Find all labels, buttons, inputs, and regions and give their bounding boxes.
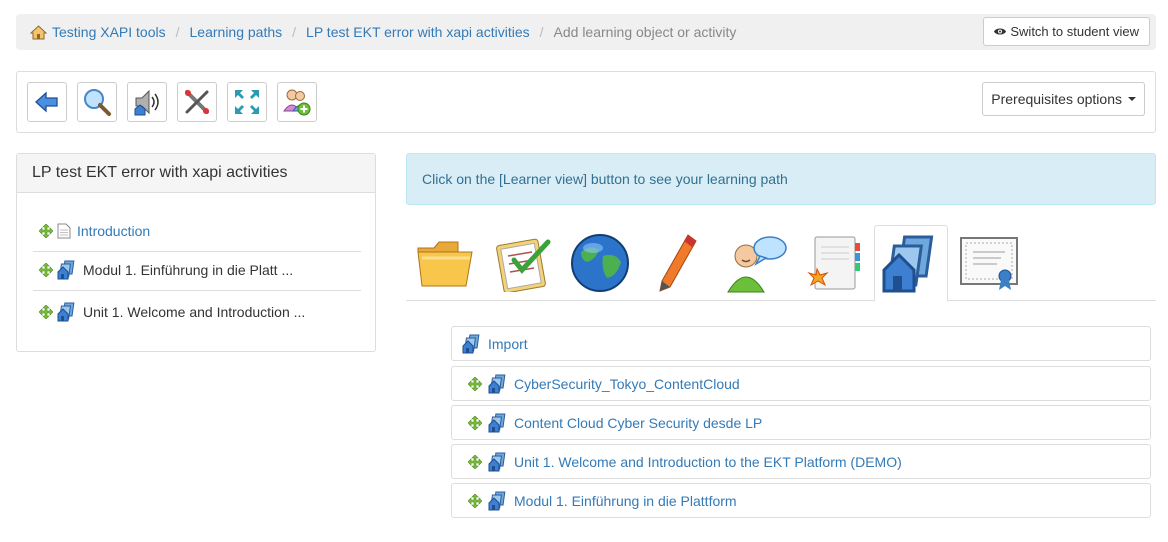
- import-learning-path-item[interactable]: Import: [451, 326, 1151, 361]
- lp-tree-title: LP test EKT error with xapi activities: [17, 154, 375, 193]
- lp-tree-item[interactable]: Unit 1. Welcome and Introduction ...: [33, 291, 361, 333]
- tab-learning-paths[interactable]: [874, 225, 948, 302]
- lp-tree-item-label: Unit 1. Welcome and Introduction ...: [83, 304, 306, 320]
- tab-tests[interactable]: [486, 225, 560, 301]
- globe-icon: [571, 234, 629, 292]
- breadcrumb-separator: /: [539, 24, 544, 40]
- import-learning-path-link[interactable]: Import: [488, 336, 528, 352]
- learner-view-info-text: Click on the [Learner view] button to se…: [422, 171, 788, 187]
- switch-to-student-view-label: Switch to student view: [1010, 24, 1139, 39]
- resource-tabs: [406, 225, 1156, 302]
- tab-links[interactable]: [563, 225, 637, 301]
- learning-path-icon: [488, 491, 508, 511]
- breadcrumb-separator: /: [175, 24, 180, 40]
- learning-path-resource-item[interactable]: Unit 1. Welcome and Introduction to the …: [451, 444, 1151, 479]
- learner-view-info-alert: Click on the [Learner view] button to se…: [406, 153, 1156, 205]
- breadcrumb-link-lp[interactable]: LP test EKT error with xapi activities: [306, 24, 530, 40]
- pen-icon: [659, 234, 697, 292]
- move-icon[interactable]: [39, 305, 53, 319]
- add-users-button[interactable]: [277, 82, 317, 122]
- learning-path-resource-item[interactable]: CyberSecurity_Tokyo_ContentCloud: [451, 366, 1151, 401]
- add-users-icon: [283, 89, 311, 116]
- move-icon[interactable]: [39, 263, 53, 277]
- breadcrumb-separator: /: [292, 24, 297, 40]
- breadcrumb-item-learning-paths[interactable]: Learning paths /: [190, 24, 307, 40]
- move-icon[interactable]: [468, 494, 482, 508]
- breadcrumb-current-label: Add learning object or activity: [553, 24, 737, 40]
- notebook-icon: [807, 236, 860, 290]
- home-icon: [30, 24, 47, 39]
- tab-documents[interactable]: [408, 225, 482, 301]
- move-icon[interactable]: [468, 377, 482, 391]
- learning-path-icon: [488, 374, 508, 394]
- move-icon[interactable]: [39, 224, 53, 238]
- fullscreen-icon: [235, 90, 259, 114]
- breadcrumb-link-learning-paths[interactable]: Learning paths: [190, 24, 283, 40]
- breadcrumb: Testing XAPI tools / Learning paths / LP…: [16, 14, 1156, 50]
- settings-button[interactable]: [177, 82, 217, 122]
- audio-button[interactable]: [127, 82, 167, 122]
- breadcrumb-item-course[interactable]: Testing XAPI tools /: [30, 24, 190, 40]
- eye-icon: [994, 28, 1007, 35]
- back-icon: [35, 91, 58, 113]
- tab-forums[interactable]: [718, 225, 792, 301]
- audio-icon: [134, 89, 159, 116]
- caret-down-icon: [1128, 97, 1136, 101]
- tab-assignments[interactable]: [640, 225, 714, 301]
- learning-path-icon: [57, 260, 77, 280]
- certificate-icon: [960, 237, 1018, 290]
- tab-certificate[interactable]: [952, 225, 1026, 301]
- document-icon: [57, 223, 71, 238]
- learning-path-resource-item[interactable]: Modul 1. Einführung in die Plattform: [451, 483, 1151, 518]
- learning-path-resource-link[interactable]: Content Cloud Cyber Security desde LP: [514, 415, 762, 431]
- preview-icon: [84, 89, 111, 116]
- learning-path-icon: [488, 452, 508, 472]
- learning-path-resource-item[interactable]: Content Cloud Cyber Security desde LP: [451, 405, 1151, 440]
- lp-toolbar: Prerequisites options: [16, 71, 1156, 133]
- fullscreen-button[interactable]: [227, 82, 267, 122]
- breadcrumb-item-lp[interactable]: LP test EKT error with xapi activities /: [306, 24, 553, 40]
- lp-tree-item[interactable]: Modul 1. Einführung in die Platt ...: [33, 249, 361, 291]
- breadcrumb-link-course[interactable]: Testing XAPI tools: [52, 24, 166, 40]
- lp-tree-item-label[interactable]: Introduction: [77, 223, 150, 239]
- learning-path-icon: [488, 413, 508, 433]
- back-button[interactable]: [27, 82, 67, 122]
- checklist-icon: [496, 238, 551, 292]
- learning-path-resource-link[interactable]: Unit 1. Welcome and Introduction to the …: [514, 454, 902, 470]
- preview-button[interactable]: [77, 82, 117, 122]
- move-icon[interactable]: [468, 416, 482, 430]
- tab-notebook[interactable]: [796, 225, 870, 301]
- switch-to-student-view-button[interactable]: Switch to student view: [983, 17, 1150, 46]
- folder-icon: [417, 241, 473, 287]
- lp-tree-panel: LP test EKT error with xapi activities I…: [16, 153, 376, 352]
- learning-path-icon: [462, 334, 482, 354]
- chat-user-icon: [727, 236, 787, 293]
- prerequisites-options-label: Prerequisites options: [991, 91, 1122, 107]
- breadcrumb-current: Add learning object or activity: [554, 24, 737, 40]
- learning-path-icon: [57, 302, 77, 322]
- learning-path-resource-link[interactable]: Modul 1. Einführung in die Plattform: [514, 493, 737, 509]
- learning-path-icon: [881, 233, 941, 295]
- prerequisites-options-dropdown[interactable]: Prerequisites options: [982, 82, 1145, 116]
- move-icon[interactable]: [468, 455, 482, 469]
- lp-tree-item[interactable]: Introduction: [33, 210, 361, 252]
- settings-icon: [185, 90, 209, 114]
- learning-path-resource-link[interactable]: CyberSecurity_Tokyo_ContentCloud: [514, 376, 740, 392]
- lp-tree-item-label: Modul 1. Einführung in die Platt ...: [83, 261, 294, 278]
